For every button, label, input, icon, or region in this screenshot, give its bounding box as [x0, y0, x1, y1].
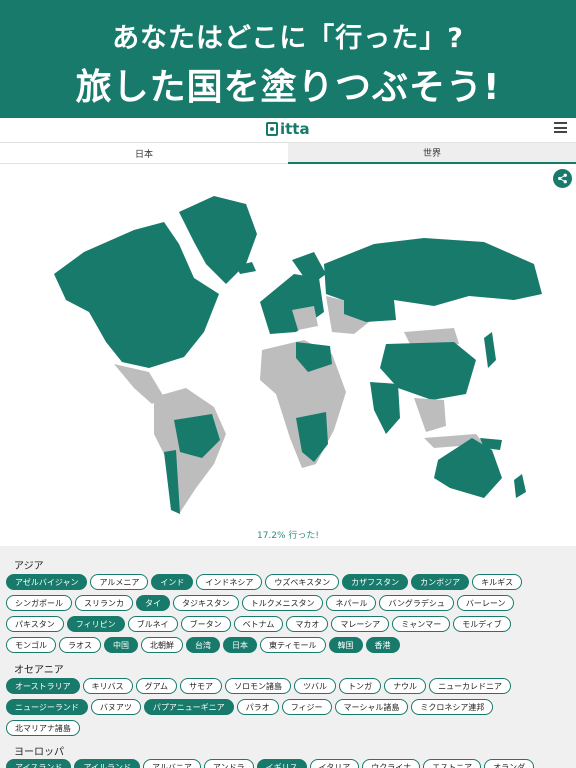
country-chip[interactable]: カザフスタン	[342, 574, 409, 590]
country-chip[interactable]: アルバニア	[142, 759, 201, 768]
tab-bar: 日本 世界	[0, 142, 576, 164]
country-chip[interactable]: ニュージーランド	[6, 699, 88, 715]
country-chip[interactable]: エストニア	[423, 759, 482, 768]
country-chip[interactable]: カンボジア	[411, 574, 470, 590]
country-chip[interactable]: ウクライナ	[362, 759, 421, 768]
region-title-europe: ヨーロッパ	[14, 747, 64, 758]
country-chip[interactable]: イタリア	[309, 759, 360, 768]
country-chip[interactable]: ブータン	[180, 616, 231, 632]
country-chip[interactable]: 香港	[365, 637, 400, 653]
country-chip[interactable]: ミクロネシア連邦	[411, 699, 494, 715]
country-chip[interactable]: アルメニア	[90, 574, 149, 590]
country-chip[interactable]: 韓国	[328, 637, 363, 653]
region-country-lists: アジア アゼルバイジャン アルメニア インド インドネシア ウズベキスタン カザフスタンカ…	[0, 546, 576, 768]
chip-row: アゼルバイジャン アルメニア インド インドネシア ウズベキスタン カザフスタン カンボジア…	[6, 574, 523, 590]
map-japan	[484, 332, 496, 368]
country-chip[interactable]: ミャンマー	[392, 616, 451, 632]
tab-world[interactable]: 世界	[288, 143, 576, 164]
promo-headline: あなたはどこに「行った」?	[112, 23, 464, 54]
country-chip[interactable]: アゼルバイジャン	[6, 574, 88, 590]
country-chip[interactable]: オランダ	[484, 759, 535, 768]
country-chip[interactable]: ラオス	[59, 637, 101, 653]
country-chip[interactable]: ネパール	[326, 595, 377, 611]
country-chip[interactable]: ソロモン諸島	[225, 678, 292, 694]
country-chip[interactable]: インドネシア	[196, 574, 263, 590]
country-chip[interactable]: インド	[151, 574, 194, 590]
chip-row: ニュージーランド バヌアツ パプアニューギニア パラオ フィジー マーシャル諸島 ミクロネシ…	[6, 699, 494, 715]
country-chip[interactable]: バングラデシュ	[379, 595, 454, 611]
map-north-america	[54, 222, 219, 368]
country-chip[interactable]: トルクメニスタン	[241, 595, 324, 611]
map-new-zealand	[514, 474, 526, 498]
country-chip[interactable]: アイスランド	[6, 759, 72, 768]
region-title-asia: アジア	[14, 561, 44, 572]
logo-icon	[266, 122, 278, 136]
chip-row: モンゴル ラオス 中国 北朝鮮 台湾 日本 東ティモール 韓国 香港	[6, 637, 400, 653]
chip-row: オーストラリア キリバス グアム サモア ソロモン諸島 ツバル トンガ ナウル ニューカレドニア	[6, 678, 512, 694]
tab-japan[interactable]: 日本	[0, 143, 288, 164]
app-header: itta	[0, 118, 576, 142]
country-chip[interactable]: オーストラリア	[6, 678, 80, 694]
country-chip[interactable]: 北朝鮮	[141, 637, 183, 653]
country-chip[interactable]: 台湾	[186, 637, 220, 653]
country-chip[interactable]: イギリス	[256, 759, 307, 768]
country-chip[interactable]: 中国	[104, 637, 138, 653]
chip-row: アイスランド アイルランド アルバニア アンドラ イギリス イタリア ウクライナ エストニアオ…	[6, 759, 535, 768]
country-chip[interactable]: タイ	[136, 595, 170, 611]
country-chip[interactable]: マカオ	[286, 616, 329, 632]
country-chip[interactable]: マーシャル諸島	[334, 699, 409, 715]
app-logo: itta	[266, 120, 310, 138]
country-chip[interactable]: ナウル	[384, 678, 427, 694]
country-chip[interactable]: パプアニューギニア	[143, 699, 234, 715]
country-chip[interactable]: マレーシア	[331, 616, 390, 632]
promo-subheadline: 旅した国を塗りつぶそう!	[75, 67, 501, 108]
country-chip[interactable]: キルギス	[472, 574, 523, 590]
map-india	[370, 382, 400, 434]
country-chip[interactable]: ブルネイ	[127, 616, 178, 632]
country-chip[interactable]: ウズベキスタン	[265, 574, 340, 590]
region-title-oceania: オセアニア	[14, 665, 64, 676]
country-chip[interactable]: モルディブ	[453, 616, 511, 632]
map-southeast-asia	[414, 398, 446, 432]
country-chip[interactable]: パラオ	[236, 699, 279, 715]
hamburger-menu-icon[interactable]	[554, 122, 567, 133]
chip-row: 北マリアナ諸島	[6, 720, 80, 736]
chip-row: パキスタン フィリピン ブルネイ ブータン ベトナム マカオ マレーシア ミャンマー モルディブ	[6, 616, 511, 632]
country-chip[interactable]: アイルランド	[74, 759, 140, 768]
country-chip[interactable]: ツバル	[294, 678, 337, 694]
country-chip[interactable]: ニューカレドニア	[429, 678, 512, 694]
country-chip[interactable]: 北マリアナ諸島	[6, 720, 80, 736]
country-chip[interactable]: キリバス	[82, 678, 133, 694]
country-chip[interactable]: フィリピン	[66, 616, 125, 632]
country-chip[interactable]: バヌアツ	[90, 699, 141, 715]
country-chip[interactable]: トンガ	[339, 678, 382, 694]
country-chip[interactable]: 東ティモール	[260, 637, 326, 653]
country-chip[interactable]: タジキスタン	[173, 595, 239, 611]
logo-text: itta	[280, 120, 310, 138]
country-chip[interactable]: モンゴル	[6, 637, 56, 653]
chip-row: シンガポール スリランカ タイ タジキスタン トルクメニスタン ネパール バングラデシュ バー…	[6, 595, 515, 611]
country-chip[interactable]: バーレーン	[456, 595, 515, 611]
visited-progress-label: 17.2% 行った!	[256, 531, 320, 541]
country-chip[interactable]: フィジー	[281, 699, 332, 715]
country-chip[interactable]: 日本	[223, 637, 257, 653]
promo-banner: あなたはどこに「行った」? 旅した国を塗りつぶそう!	[0, 0, 576, 118]
country-chip[interactable]: パキスタン	[6, 616, 64, 632]
country-chip[interactable]: グアム	[135, 678, 178, 694]
country-chip[interactable]: サモア	[180, 678, 223, 694]
country-chip[interactable]: アンドラ	[203, 759, 254, 768]
country-chip[interactable]: シンガポール	[6, 595, 72, 611]
country-chip[interactable]: スリランカ	[75, 595, 133, 611]
country-chip[interactable]: ベトナム	[233, 616, 284, 632]
world-map[interactable]	[14, 182, 562, 522]
